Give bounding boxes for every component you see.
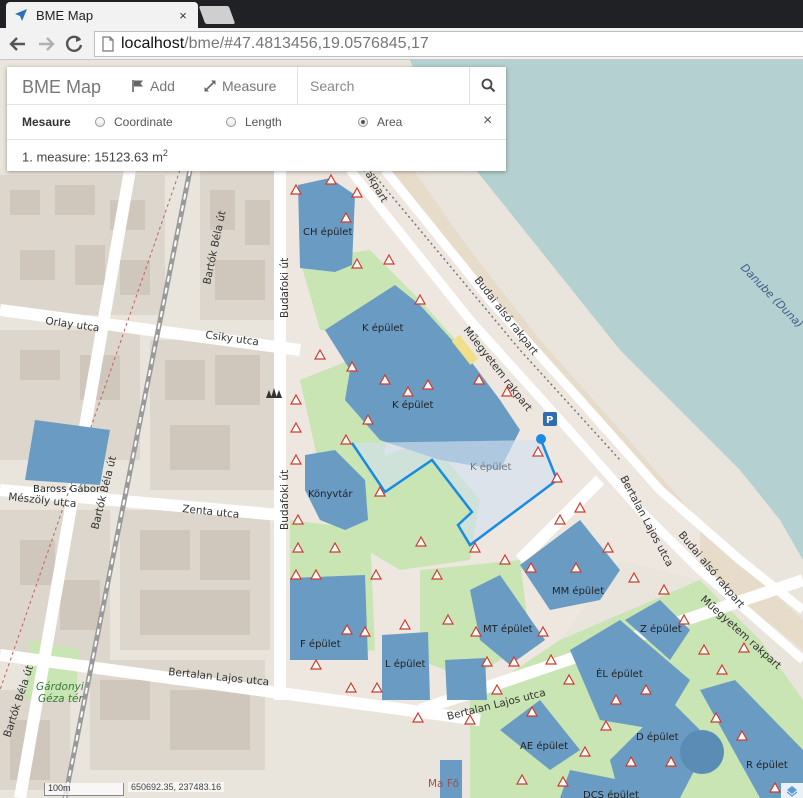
forward-arrow-icon[interactable] <box>34 32 58 56</box>
radio-length[interactable]: Length <box>226 115 282 129</box>
label-baross: Baross Gábor <box>33 483 101 495</box>
url-path: /bme/#47.4813456,19.0576845,17 <box>184 35 429 52</box>
reload-icon[interactable] <box>62 32 86 56</box>
radio-length-label: Length <box>245 115 282 129</box>
label-ma: Ma Fő <box>428 778 459 790</box>
label-d: D épület <box>636 731 679 743</box>
label-r: R épület <box>746 759 788 771</box>
radio-area[interactable]: Area <box>358 115 402 129</box>
add-label: Add <box>150 78 175 94</box>
label-l: L épület <box>385 658 426 670</box>
new-tab-button[interactable] <box>198 6 236 24</box>
search-button[interactable] <box>469 67 506 104</box>
poi-triangle-icon[interactable] <box>657 583 671 595</box>
radio-coordinate-label: Coordinate <box>114 115 173 129</box>
address-bar[interactable]: localhost/bme/#47.4813456,19.0576845,17 <box>94 31 803 57</box>
coordinate-readout: 650692.35, 237483.16 <box>128 782 225 792</box>
building-ch <box>298 178 355 272</box>
browser-tab-bar: BME Map × <box>0 0 803 28</box>
panel-toolbar: BME Map Add Measure <box>7 67 506 105</box>
measure-vertex[interactable] <box>536 434 546 444</box>
scale-label: 100m <box>48 783 71 793</box>
radio-length-dot[interactable] <box>226 117 236 127</box>
page-icon <box>102 36 114 52</box>
label-ae: AE épület <box>520 740 568 752</box>
street-budafoki-2: Budafoki út <box>279 470 291 530</box>
measure-mode-title: Mesaure <box>22 115 71 129</box>
radio-coordinate-dot[interactable] <box>95 117 105 127</box>
round-building <box>680 730 724 774</box>
expand-arrows-icon <box>204 80 216 92</box>
navigation-arrow-icon <box>15 9 27 21</box>
measure-result-unit-exponent: 2 <box>162 148 168 158</box>
layers-icon <box>786 785 798 797</box>
tab-close-icon[interactable]: × <box>176 8 190 23</box>
label-konyvtar: Könyvtár <box>308 488 353 500</box>
label-k3: K épület <box>470 461 512 473</box>
layers-button[interactable] <box>781 783 803 798</box>
radio-area-label: Area <box>377 115 403 129</box>
search-icon <box>481 78 495 93</box>
close-measure-icon[interactable]: × <box>483 112 492 130</box>
label-f: F épület <box>300 638 341 650</box>
flag-icon <box>132 80 143 92</box>
label-dcs: DCS épület <box>583 789 639 798</box>
search-input[interactable] <box>297 67 469 104</box>
measure-mode-row: Mesaure Coordinate Length Area × <box>7 105 506 140</box>
label-gardonyi-2: Géza tér <box>38 693 83 705</box>
measure-result: 1. measure: 15123.63 m2 <box>22 148 168 164</box>
building-baross <box>25 420 110 485</box>
browser-tab[interactable]: BME Map × <box>6 2 198 28</box>
building-lsmall <box>445 658 487 700</box>
measure-result-text: 1. measure: 15123.63 m <box>22 149 163 165</box>
poi-triangle-icon[interactable] <box>627 571 641 583</box>
label-k1: K épület <box>362 322 404 334</box>
label-mm: MM épület <box>552 585 604 597</box>
app-brand[interactable]: BME Map <box>22 77 101 98</box>
back-arrow-icon[interactable] <box>6 32 30 56</box>
label-el: ÉL épület <box>596 667 643 680</box>
add-button[interactable]: Add <box>132 78 175 94</box>
radio-area-dot[interactable] <box>358 117 368 127</box>
label-k2: K épület <box>392 399 434 411</box>
radio-coordinate[interactable]: Coordinate <box>95 115 173 129</box>
scale-bar: 100m <box>44 783 124 796</box>
measure-button[interactable]: Measure <box>203 78 276 94</box>
browser-toolbar: localhost/bme/#47.4813456,19.0576845,17 <box>0 28 803 60</box>
label-z: Z épület <box>640 623 682 635</box>
street-budafoki-1: Budafoki út <box>279 258 291 318</box>
measure-panel: BME Map Add Measure Mesaure <box>7 67 506 171</box>
tab-title: BME Map <box>36 7 94 23</box>
label-gardonyi-1: Gárdonyi <box>36 681 84 693</box>
label-mt: MT épület <box>483 623 533 635</box>
label-ch: CH épület <box>303 226 352 238</box>
measure-label: Measure <box>222 78 277 94</box>
url-host: localhost <box>121 35 185 52</box>
parking-label: P <box>546 415 553 426</box>
